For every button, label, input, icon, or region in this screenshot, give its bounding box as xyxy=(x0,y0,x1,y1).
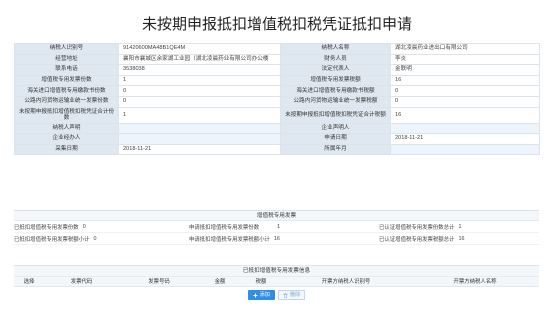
label-customs-tax: 海关进口增值税专用缴款书税额 xyxy=(280,85,391,97)
plus-icon xyxy=(253,293,258,298)
label-taxpayer-id: 纳税人识别号 xyxy=(14,43,119,55)
info-row: 未按期申报抵扣增值税扣税凭证合计份数 1 未按期申报抵扣增值税扣税凭证合计税额 … xyxy=(14,106,540,124)
label-transport-count: 公路内河货物运输业统一发票份数 xyxy=(14,95,119,108)
customs-count-field[interactable]: 0 xyxy=(118,85,281,97)
page-title: 未按期申报抵扣增值税扣税凭证抵扣申请 xyxy=(141,16,412,33)
label-taxpayer-name: 纳税人名称 xyxy=(280,43,391,55)
delete-button-label: 删除 xyxy=(290,291,301,298)
collect-date-field[interactable]: 2018-11-21 xyxy=(118,143,281,156)
label-period: 所属年月 xyxy=(280,143,391,156)
info-row: 公路内河货物运输业统一发票份数 0 公路内河货物运输业统一发票税额 0 xyxy=(14,95,540,108)
apply-date-field[interactable]: 2018-11-21 xyxy=(390,133,540,145)
label-taxpayer-declaration: 纳税人声明 xyxy=(14,122,119,135)
info-row: 增值税专用发票份数 1 增值税专用发票税额 16 xyxy=(14,74,540,87)
stat-value: 0 xyxy=(93,235,97,242)
stat-label: 申请抵扣增值税专用发票税额小计 xyxy=(189,236,270,243)
stat-label: 已认证增值税专用发票税额总计 xyxy=(379,236,455,243)
add-button-label: 添加 xyxy=(259,291,270,298)
finance-staff-field[interactable]: 李炎 xyxy=(390,53,540,66)
deducted-invoice-header: 已抵扣增值税专用发票信息 xyxy=(14,266,539,277)
info-row: 采集日期 2018-11-21 所属年月 xyxy=(14,143,540,156)
column-issuer-id[interactable]: 开票方纳税人识别号 xyxy=(281,277,411,286)
label-business-address: 经营地址 xyxy=(14,53,119,66)
stats-row: 已抵扣增值税专用发票份数 0 申请抵扣增值税专用发票份数 1 已认证增值税专用发… xyxy=(14,221,539,233)
stat-cell: 已认证增值税专用发票税额总计 16 xyxy=(379,235,539,243)
info-row: 经营地址 襄阳市襄城区余家湖工业园（湖北凌晨药业有限公司办公楼 财务人员 李炎 xyxy=(14,53,540,66)
invoice-stats-header: 增值税专用发票 xyxy=(14,211,539,221)
column-invoice-code[interactable]: 发票代码 xyxy=(44,277,119,286)
column-select[interactable]: 选择 xyxy=(14,277,44,286)
stat-cell: 申请抵扣增值税专用发票税额小计 16 xyxy=(189,235,379,243)
customs-tax-field[interactable]: 0 xyxy=(390,85,540,97)
handler-field[interactable] xyxy=(118,133,281,145)
label-phone: 联系电话 xyxy=(14,64,119,76)
delete-button[interactable]: 删除 xyxy=(278,290,306,300)
overdue-tax-field[interactable]: 16 xyxy=(390,106,540,124)
invoice-tax-field[interactable]: 16 xyxy=(390,74,540,87)
taxpayer-id-field[interactable]: 91420600MA48B1QE4M xyxy=(118,43,281,55)
deducted-invoice-panel: 已抵扣增值税专用发票信息 选择 发票代码 发票号码 金额 税额 开票方纳税人识别… xyxy=(14,265,539,305)
label-declarant: 企业声明人 xyxy=(280,122,391,135)
info-row: 联系电话 3538038 法定代表人 金联明 xyxy=(14,64,540,76)
declarant-field[interactable] xyxy=(390,122,540,135)
business-address-field[interactable]: 襄阳市襄城区余家湖工业园（湖北凌晨药业有限公司办公楼 xyxy=(118,53,281,66)
label-transport-tax: 公路内河货物运输业统一发票税额 xyxy=(280,95,391,108)
invoice-count-field[interactable]: 1 xyxy=(118,74,281,87)
stat-label: 已认证增值税专用发票份数总计 xyxy=(379,224,455,231)
info-row: 纳税人识别号 91420600MA48B1QE4M 纳税人名称 湖北凌晨药业进出… xyxy=(14,43,540,55)
add-button[interactable]: 添加 xyxy=(247,290,275,300)
stat-cell: 申请抵扣增值税专用发票份数 1 xyxy=(189,223,379,231)
info-row: 海关进口增值税专用缴款书份数 0 海关进口增值税专用缴款书税额 0 xyxy=(14,85,540,97)
taxpayer-declaration-field[interactable] xyxy=(118,122,281,135)
invoice-grid-header: 选择 发票代码 发票号码 金额 税额 开票方纳税人识别号 开票方纳税人名称 xyxy=(14,277,539,287)
label-overdue-count: 未按期申报抵扣增值税扣税凭证合计份数 xyxy=(14,106,119,124)
label-apply-date: 申请日期 xyxy=(280,133,391,145)
period-field[interactable] xyxy=(390,143,540,156)
label-handler: 企业经办人 xyxy=(14,133,119,145)
trash-icon xyxy=(283,292,288,298)
overdue-count-field[interactable]: 1 xyxy=(118,106,281,124)
label-collect-date: 采集日期 xyxy=(14,143,119,156)
info-row: 纳税人声明 企业声明人 xyxy=(14,122,540,135)
label-overdue-tax: 未按期申报抵扣增值税扣税凭证合计税额 xyxy=(280,106,391,124)
taxpayer-name-field[interactable]: 湖北凌晨药业进出口有限公司 xyxy=(390,43,540,55)
label-invoice-count: 增值税专用发票份数 xyxy=(14,74,119,87)
label-finance-staff: 财务人员 xyxy=(280,53,391,66)
stats-row: 已抵扣增值税专用发票税额小计 0 申请抵扣增值税专用发票税额小计 16 已认证增… xyxy=(14,233,539,245)
grid-toolbar: 添加 删除 xyxy=(14,290,539,301)
stat-value: 1 xyxy=(458,223,462,230)
phone-field[interactable]: 3538038 xyxy=(118,64,281,76)
stat-label: 已抵扣增值税专用发票份数 xyxy=(14,224,79,231)
label-customs-count: 海关进口增值税专用缴款书份数 xyxy=(14,85,119,97)
stat-label: 申请抵扣增值税专用发票份数 xyxy=(189,224,260,231)
legal-rep-field[interactable]: 金联明 xyxy=(390,64,540,76)
stat-value: 16 xyxy=(273,235,280,242)
column-amount[interactable]: 金额 xyxy=(199,277,241,286)
label-invoice-tax: 增值税专用发票税额 xyxy=(280,74,391,87)
label-overdue-tax-text: 未按期申报抵扣增值税扣税凭证合计税额 xyxy=(285,111,386,118)
stat-cell: 已抵扣增值税专用发票税额小计 0 xyxy=(14,235,189,243)
transport-count-field[interactable]: 0 xyxy=(118,95,281,108)
stat-cell: 已认证增值税专用发票份数总计 1 xyxy=(379,223,539,231)
column-issuer-name[interactable]: 开票方纳税人名称 xyxy=(411,277,539,286)
invoice-stats-panel: 增值税专用发票 已抵扣增值税专用发票份数 0 申请抵扣增值税专用发票份数 1 已… xyxy=(14,210,539,260)
transport-tax-field[interactable]: 0 xyxy=(390,95,540,108)
stat-cell: 已抵扣增值税专用发票份数 0 xyxy=(14,223,189,231)
taxpayer-info-table: 纳税人识别号 91420600MA48B1QE4M 纳税人名称 湖北凌晨药业进出… xyxy=(14,43,540,156)
column-invoice-number[interactable]: 发票号码 xyxy=(119,277,199,286)
stat-value: 0 xyxy=(82,223,86,230)
label-legal-rep: 法定代表人 xyxy=(280,64,391,76)
label-overdue-count-text: 未按期申报抵扣增值税扣税凭证合计份数 xyxy=(18,108,115,122)
column-tax[interactable]: 税额 xyxy=(241,277,281,286)
info-row: 企业经办人 申请日期 2018-11-21 xyxy=(14,133,540,145)
stat-value: 1 xyxy=(277,223,281,230)
stat-value: 16 xyxy=(458,235,465,242)
stat-label: 已抵扣增值税专用发票税额小计 xyxy=(14,236,90,243)
